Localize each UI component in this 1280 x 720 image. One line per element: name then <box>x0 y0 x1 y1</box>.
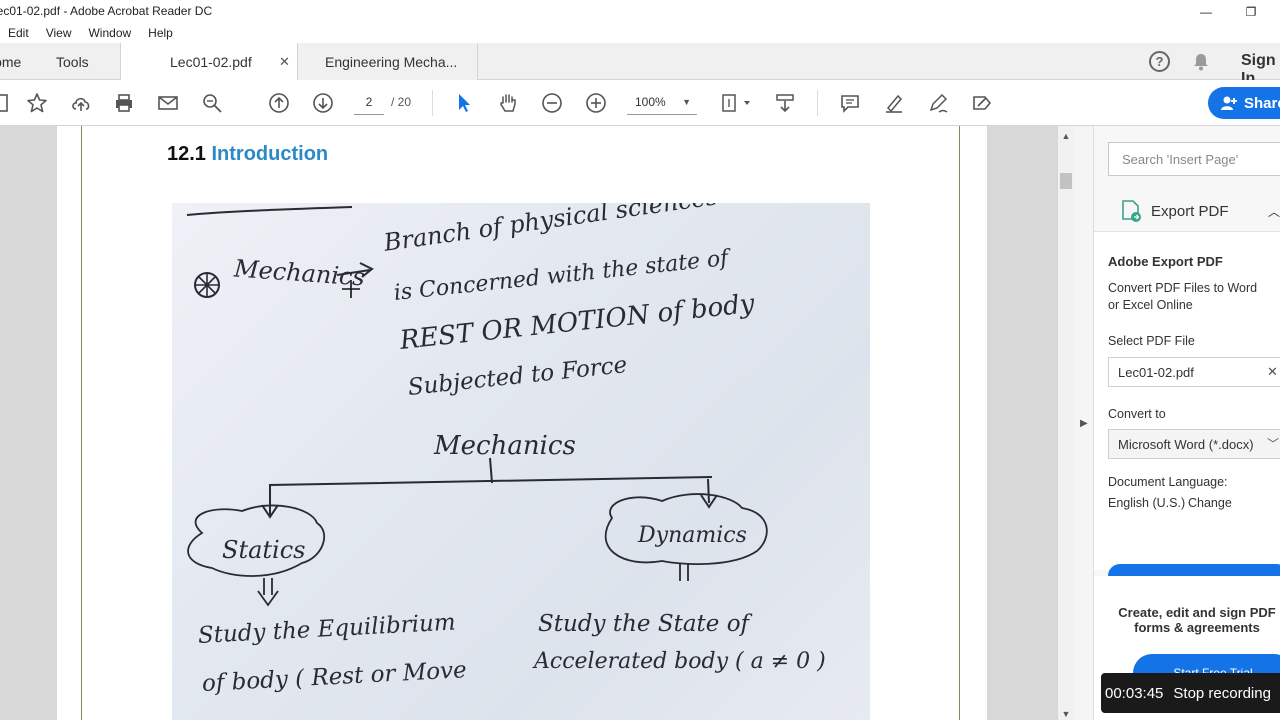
document-scrollbar[interactable]: ▲ ▼ <box>1058 126 1074 720</box>
zoom-out-icon[interactable] <box>539 90 565 116</box>
scrollbar-thumb[interactable] <box>1060 173 1072 189</box>
recording-timer: 00:03:45 <box>1105 684 1164 702</box>
zoom-in-icon[interactable] <box>583 90 609 116</box>
section-title: Introduction <box>211 143 329 165</box>
scroll-up-icon[interactable]: ▲ <box>1058 128 1074 144</box>
promo-text: Create, edit and sign PDF forms & agreem… <box>1094 605 1280 635</box>
page-total: / 20 <box>391 95 412 109</box>
next-page-icon[interactable] <box>310 90 336 116</box>
bookmark-star-icon[interactable] <box>24 90 50 116</box>
export-pdf-header[interactable]: Export PDF ︿ <box>1094 188 1280 232</box>
create-pdf-icon[interactable] <box>0 90 14 116</box>
fill-sign-icon[interactable] <box>969 90 995 116</box>
export-card-title: Adobe Export PDF <box>1108 254 1223 269</box>
document-language-value: English (U.S.) <box>1108 496 1186 510</box>
crosshair-cursor-icon <box>342 280 360 298</box>
convert-format-value: Microsoft Word (*.docx) <box>1118 437 1254 452</box>
tab-home[interactable]: Home <box>0 43 44 80</box>
notification-bell-icon[interactable] <box>1191 52 1211 72</box>
help-icon[interactable]: ? <box>1149 51 1170 72</box>
export-card-desc: or Excel Online <box>1108 298 1193 312</box>
promo-line: Create, edit and sign PDF <box>1118 605 1276 620</box>
page-border-left <box>81 126 82 720</box>
hand-tool-icon[interactable] <box>495 90 521 116</box>
menu-bar: Edit View Window Help <box>0 23 1280 43</box>
window-title: Lec01-02.pdf - Adobe Acrobat Reader DC <box>0 4 213 18</box>
upload-cloud-icon[interactable] <box>68 90 94 116</box>
section-heading: 12.1 Introduction <box>167 143 328 166</box>
add-user-icon <box>1221 96 1237 110</box>
restore-button[interactable]: ❐ <box>1228 0 1274 23</box>
export-pdf-title: Export PDF <box>1151 203 1229 220</box>
page-number-input[interactable]: 2 <box>354 91 384 115</box>
selected-file-name: Lec01-02.pdf <box>1118 365 1194 380</box>
tab-bar: Home Tools Lec01-02.pdf ✕ Engineering Me… <box>0 43 1280 87</box>
promo-line: forms & agreements <box>1134 620 1260 635</box>
recording-overlay: 00:03:45 Stop recording <box>1101 673 1280 713</box>
scroll-mode-icon[interactable] <box>772 90 798 116</box>
handwriting-line: Mechanics <box>434 431 576 461</box>
document-language-label: Document Language: <box>1108 475 1228 489</box>
previous-page-icon[interactable] <box>266 90 292 116</box>
scroll-down-icon[interactable]: ▼ <box>1058 706 1074 720</box>
toolbar: 2 / 20 100% ▼ <box>0 80 1280 126</box>
title-bar: Lec01-02.pdf - Adobe Acrobat Reader DC —… <box>0 0 1280 23</box>
zoom-value: 100% <box>635 95 666 109</box>
tab-tools[interactable]: Tools <box>56 43 116 80</box>
handwriting-line: Study the State of <box>538 611 750 637</box>
handwriting-line: Accelerated body ( a ≠ 0 ) <box>534 649 826 674</box>
handwritten-notes-image: Mechanics Branch of physical sciences th… <box>172 203 870 720</box>
menu-edit[interactable]: Edit <box>8 26 29 40</box>
chevron-up-icon: ︿ <box>1268 205 1280 219</box>
handwriting-line: Statics <box>222 536 306 564</box>
draw-pen-icon[interactable] <box>925 90 951 116</box>
page-display-icon[interactable] <box>718 90 752 116</box>
toolbar-separator <box>432 90 433 116</box>
change-language-link[interactable]: Change <box>1188 496 1232 510</box>
close-tab-icon[interactable]: ✕ <box>279 54 290 70</box>
tab-document-engineering[interactable]: Engineering Mecha... <box>298 43 478 80</box>
zoom-select[interactable]: 100% ▼ <box>627 91 697 115</box>
tools-pane: Search 'Insert Page' Export PDF ︿ Adobe … <box>1094 126 1280 720</box>
minimize-button[interactable]: — <box>1183 0 1229 23</box>
chevron-right-icon: ▶ <box>1080 418 1088 429</box>
export-card-desc: Convert PDF Files to Word <box>1108 281 1258 295</box>
clear-file-icon[interactable]: ✕ <box>1267 364 1278 380</box>
page-border-right <box>959 126 960 720</box>
tab-document-label: Lec01-02.pdf <box>170 54 252 70</box>
highlight-pen-icon[interactable] <box>881 90 907 116</box>
toolbar-separator <box>817 90 818 116</box>
tools-search-placeholder: Search 'Insert Page' <box>1122 152 1239 167</box>
tab-document-label: Engineering Mecha... <box>325 53 458 70</box>
page-number-value: 2 <box>365 95 373 109</box>
chevron-down-icon: ﹀ <box>1267 437 1280 451</box>
document-viewport[interactable]: 12.1 Introduction Mechanics Branch of ph… <box>0 126 1058 720</box>
section-number: 12.1 <box>167 143 206 165</box>
menu-view[interactable]: View <box>46 26 72 40</box>
right-pane-toggle[interactable]: ▶ <box>1074 126 1094 720</box>
convert-format-select[interactable]: Microsoft Word (*.docx) ﹀ <box>1108 429 1280 459</box>
tab-tools-label: Tools <box>56 53 89 70</box>
tab-home-label: Home <box>0 53 22 70</box>
share-label: Share <box>1244 94 1280 112</box>
pdf-page: 12.1 Introduction Mechanics Branch of ph… <box>57 126 987 720</box>
chevron-down-icon: ▼ <box>682 97 691 107</box>
handwriting-line: Dynamics <box>638 523 747 548</box>
print-icon[interactable] <box>111 90 137 116</box>
stop-recording-button[interactable]: Stop recording <box>1173 685 1271 702</box>
export-pdf-card: Adobe Export PDF Convert PDF Files to Wo… <box>1094 232 1280 570</box>
comment-icon[interactable] <box>837 90 863 116</box>
convert-to-label: Convert to <box>1108 407 1166 421</box>
select-pdf-file-label: Select PDF File <box>1108 334 1195 348</box>
email-icon[interactable] <box>155 90 181 116</box>
tools-search-input[interactable]: Search 'Insert Page' <box>1108 142 1280 176</box>
export-pdf-icon <box>1122 200 1141 222</box>
menu-window[interactable]: Window <box>88 26 131 40</box>
select-pointer-icon[interactable] <box>451 90 477 116</box>
tab-document-lec01[interactable]: Lec01-02.pdf ✕ <box>120 43 298 81</box>
search-zoom-icon[interactable] <box>199 90 225 116</box>
share-button[interactable]: Share <box>1208 87 1280 119</box>
selected-file-field[interactable]: Lec01-02.pdf ✕ <box>1108 357 1280 387</box>
menu-help[interactable]: Help <box>148 26 173 40</box>
